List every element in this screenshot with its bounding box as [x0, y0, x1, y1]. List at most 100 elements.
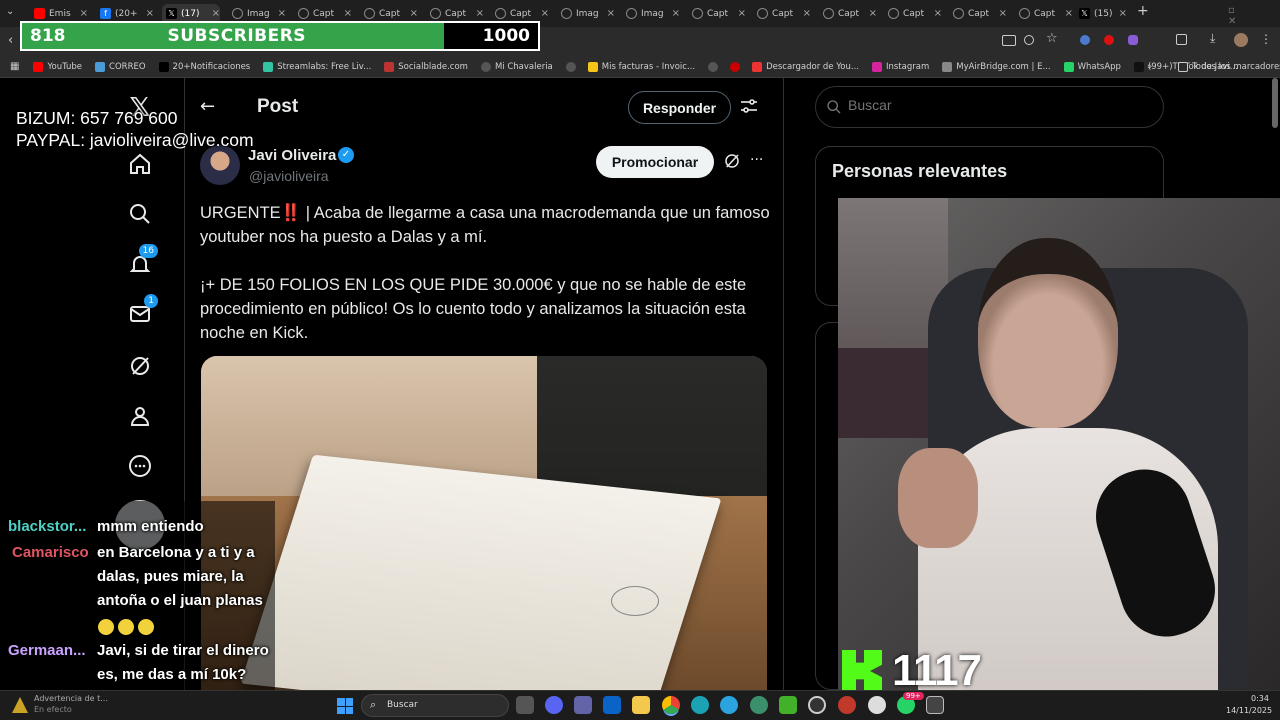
bookmark-favicon-icon: [565, 61, 576, 72]
bookmark-item[interactable]: YouTube: [33, 61, 82, 72]
taskbar-time[interactable]: 0:34: [1251, 694, 1269, 703]
globe-icon: [364, 8, 375, 19]
close-tab-icon[interactable]: ×: [410, 8, 418, 19]
close-tab-icon[interactable]: ×: [80, 8, 88, 19]
notifications-bell-icon[interactable]: 16: [124, 244, 158, 280]
bookmark-item[interactable]: 20+Notificaciones: [158, 61, 250, 72]
bookmark-item[interactable]: Mi Chavaleria: [480, 61, 553, 72]
back-nav-icon[interactable]: ‹: [8, 33, 13, 48]
author-name[interactable]: Javi Oliveira: [248, 147, 336, 164]
bookmark-item[interactable]: Descargador de You...: [752, 61, 859, 72]
browser-tab[interactable]: Imag ×: [557, 4, 615, 23]
obs-icon[interactable]: [808, 696, 826, 714]
recording-app-icon[interactable]: [838, 696, 856, 714]
extension-icon-3[interactable]: [1128, 35, 1138, 45]
more-bookmarks-icon[interactable]: »: [1147, 62, 1152, 72]
all-bookmarks-folder[interactable]: Todos los marcadores: [1178, 61, 1280, 72]
close-tab-icon[interactable]: ×: [146, 8, 154, 19]
bookmark-item[interactable]: MyAirBridge.com | E...: [942, 61, 1051, 72]
file-explorer-icon[interactable]: [632, 696, 650, 714]
bookmark-item[interactable]: Instagram: [871, 61, 929, 72]
close-tab-icon[interactable]: ×: [607, 8, 615, 19]
bookmark-item[interactable]: CORREO: [95, 61, 146, 72]
snipping-tool-icon[interactable]: [926, 696, 944, 714]
page-scrollbar[interactable]: [1272, 78, 1278, 128]
close-tab-icon[interactable]: ×: [934, 8, 942, 19]
bookmark-item[interactable]: [730, 61, 744, 72]
bookmark-item[interactable]: [708, 61, 722, 72]
close-tab-icon[interactable]: ×: [1065, 8, 1073, 19]
close-tab-icon[interactable]: ×: [869, 8, 877, 19]
taskbar-search[interactable]: ⌕ Buscar: [361, 694, 509, 717]
download-icon[interactable]: ⤓: [1210, 31, 1215, 46]
search-box[interactable]: [815, 86, 1164, 128]
search-input[interactable]: [848, 97, 1148, 113]
reply-button[interactable]: Responder: [628, 91, 731, 124]
tab-title: (20+: [115, 8, 138, 19]
home-icon[interactable]: [124, 148, 156, 180]
author-avatar[interactable]: [200, 145, 240, 185]
new-tab-button[interactable]: +: [1137, 3, 1149, 19]
grok-icon[interactable]: [124, 350, 156, 382]
bookmark-item[interactable]: Mis facturas - Invoic...: [587, 61, 695, 72]
extension-icon-1[interactable]: [1080, 35, 1090, 45]
apps-grid-icon[interactable]: ▦: [10, 61, 19, 72]
close-tab-icon[interactable]: ×: [1119, 8, 1127, 19]
author-handle[interactable]: @javioliveira: [249, 168, 329, 184]
browser-tab[interactable]: Capt ×: [949, 4, 1007, 23]
teams-icon[interactable]: [574, 696, 592, 714]
close-tab-icon[interactable]: ×: [803, 8, 811, 19]
profile-icon[interactable]: [124, 400, 156, 432]
browser-tab[interactable]: Capt ×: [753, 4, 811, 23]
profile-avatar[interactable]: [1234, 33, 1248, 47]
start-windows-icon[interactable]: [337, 698, 353, 714]
close-tab-icon[interactable]: ×: [278, 8, 286, 19]
post-more-icon[interactable]: ···: [750, 152, 763, 168]
star-icon[interactable]: ☆: [1046, 31, 1058, 46]
close-tab-icon[interactable]: ×: [738, 8, 746, 19]
chrome-icon[interactable]: [662, 696, 680, 714]
browser-tab[interactable]: Capt ×: [1015, 4, 1073, 23]
browser-tab[interactable]: Capt ×: [819, 4, 877, 23]
photos-app-icon[interactable]: [868, 696, 886, 714]
green-app-icon[interactable]: [779, 696, 797, 714]
post-image[interactable]: [201, 356, 767, 690]
grok-analyze-icon[interactable]: [723, 152, 741, 170]
close-tab-icon[interactable]: ×: [212, 8, 220, 19]
youtube-icon: [34, 8, 45, 19]
promote-button[interactable]: Promocionar: [596, 146, 714, 178]
explore-search-icon[interactable]: [124, 198, 156, 230]
browser-tab[interactable]: Capt ×: [884, 4, 942, 23]
browser-tab[interactable]: Capt ×: [688, 4, 746, 23]
warning-title[interactable]: Advertencia de t...: [34, 694, 108, 703]
browser-tab[interactable]: Imag ×: [622, 4, 680, 23]
bookmark-item[interactable]: Socialblade.com: [384, 61, 468, 72]
discord-icon[interactable]: [545, 696, 563, 714]
extensions-puzzle-icon[interactable]: [1176, 34, 1187, 45]
folder-icon: [1178, 61, 1188, 72]
menu-kebab-icon[interactable]: ⋮: [1260, 32, 1272, 46]
close-tab-icon[interactable]: ×: [541, 8, 549, 19]
task-view-icon[interactable]: [516, 696, 534, 714]
bookmark-item[interactable]: Streamlabs: Free Liv...: [263, 61, 371, 72]
bookmark-label: Mi Chavaleria: [494, 61, 553, 72]
zoom-icon[interactable]: [1024, 35, 1034, 45]
cast-icon[interactable]: [1002, 35, 1016, 46]
filter-sliders-icon[interactable]: [740, 98, 758, 114]
outlook-icon[interactable]: [603, 696, 621, 714]
taskbar-date[interactable]: 14/11/2025: [1226, 706, 1272, 715]
close-tab-icon[interactable]: ×: [344, 8, 352, 19]
bookmark-item[interactable]: WhatsApp: [1063, 61, 1121, 72]
messages-envelope-icon[interactable]: 1: [124, 294, 158, 330]
telegram-icon[interactable]: [720, 696, 738, 714]
close-tab-icon[interactable]: ×: [476, 8, 484, 19]
bookmark-item[interactable]: [565, 61, 580, 72]
edge-icon[interactable]: [691, 696, 709, 714]
close-tab-icon[interactable]: ×: [999, 8, 1007, 19]
more-options-icon[interactable]: [124, 450, 156, 482]
network-globe-icon[interactable]: [750, 696, 768, 714]
tab-list-chevron-icon[interactable]: ⌄: [6, 6, 20, 20]
extension-icon-2[interactable]: [1104, 35, 1114, 45]
close-tab-icon[interactable]: ×: [672, 8, 680, 19]
browser-tab[interactable]: 𝕏 (15) ×: [1075, 4, 1127, 23]
